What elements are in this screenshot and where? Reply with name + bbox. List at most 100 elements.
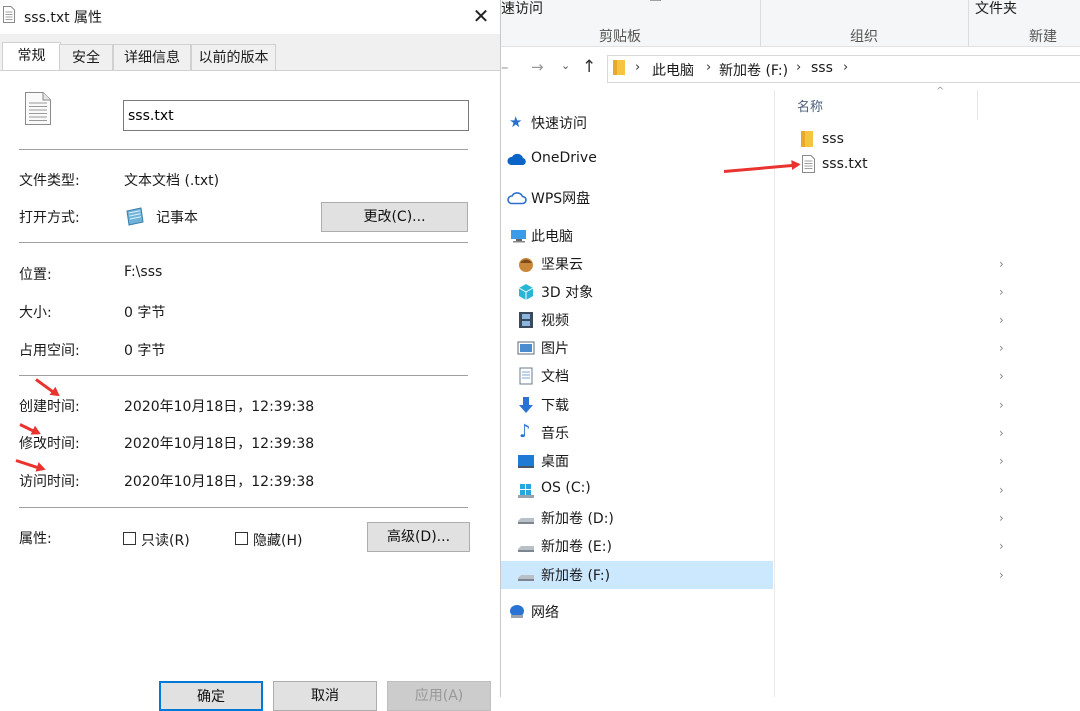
- recent-locations-icon[interactable]: ⌄: [561, 59, 570, 72]
- apply-button-label: 应用(A): [414, 688, 464, 704]
- ok-button-label: 确定: [197, 689, 225, 705]
- tab-details[interactable]: 详细信息: [113, 44, 191, 71]
- checkbox-box: [123, 532, 136, 545]
- properties-dialog: sss.txt 属性 ✕ 常规 安全 详细信息 以前的版本 文件类型: 文本文档…: [0, 0, 501, 711]
- nav-item-label: 新加卷 (D:): [541, 511, 614, 527]
- nav-item-drive-e[interactable]: › 新加卷 (E:): [501, 532, 1004, 560]
- column-divider[interactable]: [977, 90, 978, 120]
- nav-item-label: 新加卷 (F:): [541, 568, 611, 584]
- nav-item-label: 图片: [541, 341, 569, 357]
- nav-item-videos[interactable]: › 视频: [501, 306, 1004, 334]
- breadcrumb-separator: ›: [843, 60, 849, 75]
- nav-item-drive-f[interactable]: › 新加卷 (F:): [501, 561, 1004, 589]
- opens-with-label: 打开方式:: [19, 210, 80, 226]
- apply-button[interactable]: 应用(A): [387, 681, 491, 711]
- documents-icon: [519, 367, 533, 385]
- nav-item-music[interactable]: › ♪ 音乐: [501, 419, 1004, 447]
- tab-previous-versions[interactable]: 以前的版本: [191, 44, 276, 71]
- modified-label: 修改时间:: [19, 436, 80, 452]
- divider: [19, 242, 468, 243]
- nav-item-network[interactable]: 网络: [501, 598, 773, 626]
- 3d-objects-icon: [518, 284, 534, 300]
- text-document-icon: [25, 92, 51, 125]
- nav-item-label: WPS网盘: [531, 191, 591, 207]
- dialog-titlebar: sss.txt 属性 ✕: [0, 0, 500, 34]
- location-label: 位置:: [19, 267, 52, 283]
- forward-icon[interactable]: →: [531, 58, 544, 76]
- nav-item-quick-access[interactable]: ★ 快速访问: [501, 109, 773, 137]
- ribbon-group-new: 新建: [1029, 29, 1057, 45]
- nav-item-3d-objects[interactable]: › 3D 对象: [501, 278, 1004, 306]
- advanced-button[interactable]: 高级(D)...: [367, 522, 470, 552]
- modified-value: 2020年10月18日，12:39:38: [124, 436, 315, 452]
- onedrive-cloud-icon: [507, 153, 526, 165]
- folder-icon: [801, 131, 813, 147]
- tab-security[interactable]: 安全: [59, 44, 113, 71]
- tab-general-label: 常规: [17, 48, 46, 64]
- nav-item-label: 3D 对象: [541, 285, 594, 301]
- nav-item-label: 新加卷 (E:): [541, 539, 612, 555]
- attributes-label: 属性:: [19, 531, 52, 547]
- text-file-icon: [802, 155, 815, 173]
- nav-item-downloads[interactable]: › 下载: [501, 391, 1004, 419]
- ribbon-group-organize: 组织: [850, 29, 878, 45]
- tab-details-label: 详细信息: [124, 50, 180, 66]
- advanced-button-label: 高级(D)...: [386, 529, 451, 545]
- ribbon-group-clipboard: 剪贴板: [599, 29, 641, 45]
- cancel-button[interactable]: 取消: [273, 681, 377, 711]
- nav-item-drive-d[interactable]: › 新加卷 (D:): [501, 504, 1004, 532]
- tab-general[interactable]: 常规: [2, 42, 61, 72]
- file-type-value: 文本文档 (.txt): [124, 173, 220, 189]
- accessed-value: 2020年10月18日，12:39:38: [124, 474, 315, 490]
- nav-item-nutstore[interactable]: › 坚果云: [501, 250, 1004, 278]
- close-button[interactable]: ✕: [468, 3, 494, 29]
- drive-icon: [518, 575, 534, 581]
- accessed-label: 访问时间:: [19, 474, 80, 490]
- close-icon: ✕: [472, 4, 490, 28]
- opens-with-value: 记事本: [156, 210, 198, 226]
- computer-icon: [511, 230, 526, 243]
- nav-item-desktop[interactable]: › 桌面: [501, 447, 1004, 475]
- ribbon-divider: [760, 0, 761, 46]
- nav-item-label: 网络: [531, 605, 559, 621]
- file-type-label: 文件类型:: [19, 173, 80, 189]
- folder-icon: [613, 60, 625, 75]
- file-name-input[interactable]: [123, 100, 469, 131]
- breadcrumb-item[interactable]: 此电脑: [652, 60, 694, 80]
- nav-item-os-c[interactable]: › OS (C:): [501, 476, 1004, 504]
- sort-up-icon: ^: [936, 86, 945, 97]
- wps-cloud-icon: [507, 192, 527, 205]
- ribbon: 速访问 ▭ 剪贴板 组织 文件夹 新建: [501, 0, 1080, 47]
- ribbon-cutoff-icon: ▭: [649, 0, 662, 6]
- ribbon-divider: [968, 0, 969, 46]
- nav-item-pictures[interactable]: › 图片: [501, 334, 1004, 362]
- file-list: [775, 90, 1080, 697]
- checkbox-box: [235, 532, 248, 545]
- video-icon: [519, 312, 533, 328]
- ribbon-quick-access[interactable]: 速访问: [501, 0, 543, 18]
- text-file-icon: [3, 6, 15, 23]
- created-label: 创建时间:: [19, 399, 80, 415]
- nav-item-label: 视频: [541, 313, 569, 329]
- tab-security-label: 安全: [72, 50, 100, 66]
- divider: [19, 507, 468, 508]
- change-button[interactable]: 更改(C)...: [321, 202, 468, 232]
- star-icon: ★: [509, 113, 523, 131]
- size-value: 0 字节: [124, 305, 166, 321]
- ok-button[interactable]: 确定: [159, 681, 263, 711]
- divider: [19, 375, 468, 376]
- tab-previous-versions-label: 以前的版本: [198, 50, 269, 66]
- column-header-name[interactable]: 名称: [797, 96, 823, 115]
- file-name: sss.txt: [822, 156, 868, 172]
- ribbon-new-folder[interactable]: 文件夹: [975, 0, 1017, 18]
- breadcrumb-item[interactable]: sss: [811, 60, 833, 76]
- nav-item-this-pc[interactable]: 此电脑: [501, 222, 773, 250]
- breadcrumb-item[interactable]: 新加卷 (F:): [719, 60, 788, 80]
- nav-item-documents[interactable]: › 文档: [501, 362, 1004, 390]
- nav-item-wps[interactable]: WPS网盘: [501, 184, 773, 212]
- file-name: sss: [822, 131, 844, 147]
- drive-icon: [518, 518, 534, 524]
- back-icon[interactable]: –: [501, 58, 509, 76]
- up-icon[interactable]: ↑: [582, 57, 596, 77]
- os-drive-icon: [518, 484, 534, 498]
